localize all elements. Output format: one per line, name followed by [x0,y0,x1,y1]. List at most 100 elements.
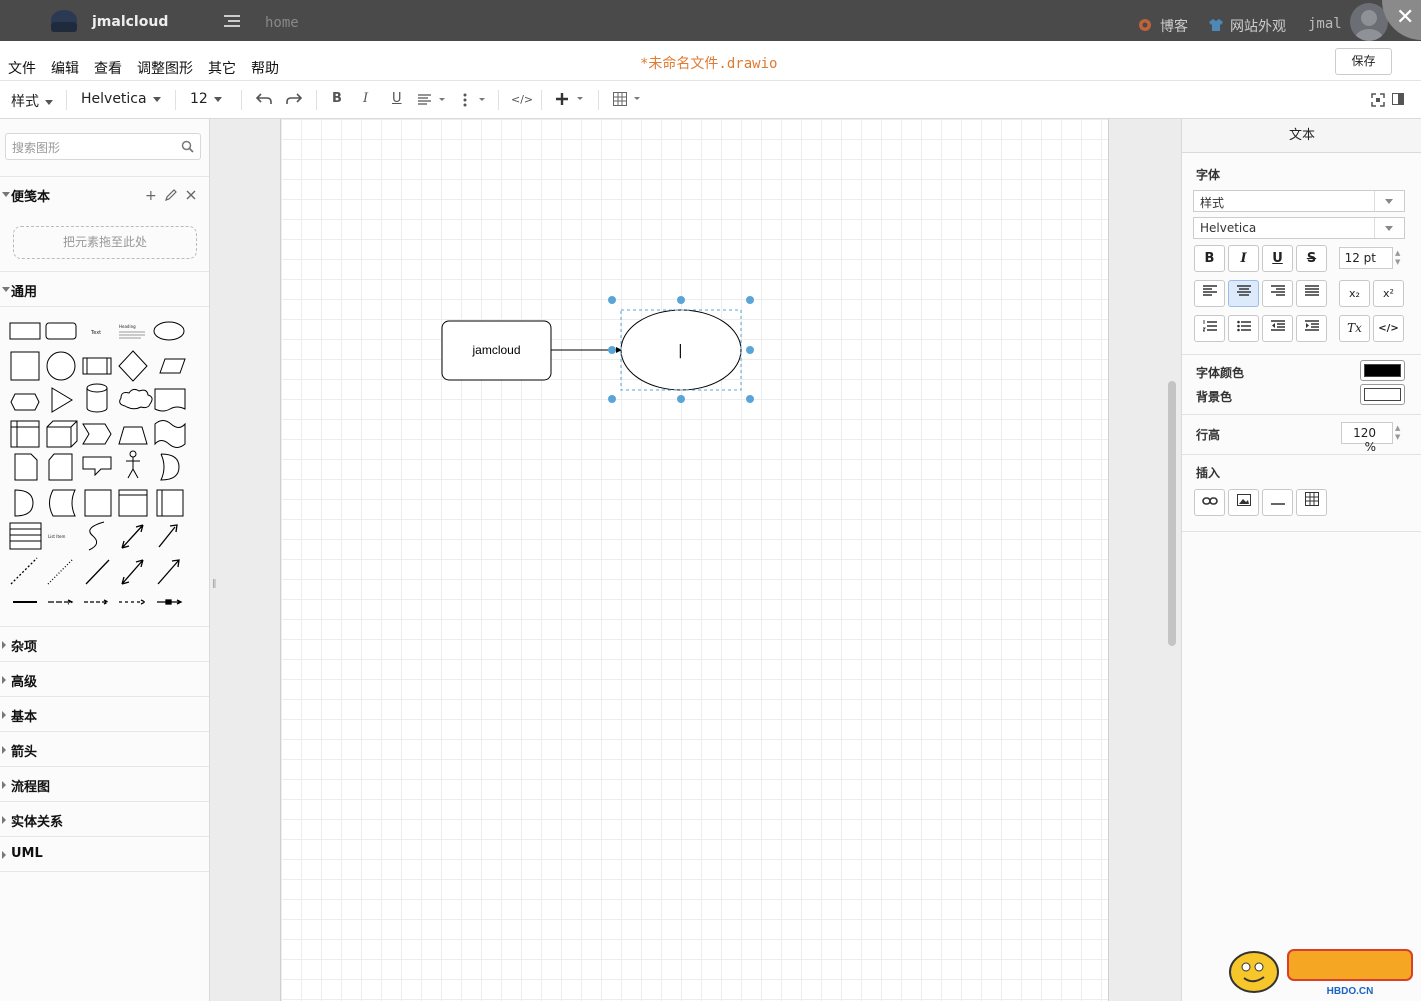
divider [1182,454,1421,455]
clear-format-button[interactable]: Tx [1339,315,1370,342]
blog-link[interactable]: 博客 [1160,16,1188,36]
outdent-button[interactable] [1262,315,1293,342]
section-general[interactable]: 通用 [0,271,209,306]
breadcrumb-home[interactable]: home [265,15,299,31]
edit-icon[interactable] [165,189,177,201]
font-size-label: 12 [190,91,208,107]
line-height-input[interactable]: 120 % [1341,422,1393,454]
section-advanced[interactable]: 高级 [0,661,209,696]
align-center-button[interactable] [1228,280,1259,307]
indent-button[interactable] [1296,315,1327,342]
section-flowchart[interactable]: 流程图 [0,766,209,801]
expand-icon [2,676,6,684]
section-label: UML [11,846,43,861]
strikethrough-button[interactable]: S [1296,245,1327,272]
menu-arrange[interactable]: 调整图形 [137,58,193,78]
menu-edit[interactable]: 编辑 [51,58,79,78]
undo-icon[interactable] [256,93,272,105]
style-dropdown[interactable]: 样式 [11,91,53,111]
align-justify-button[interactable] [1296,280,1327,307]
username[interactable]: jmal [1308,16,1342,32]
sidebar-resize-handle[interactable]: ‖ [212,579,217,589]
fullscreen-icon[interactable] [1371,93,1385,107]
section-basic[interactable]: 基本 [0,696,209,731]
scratchpad-dropzone[interactable]: 把元素拖至此处 [13,226,197,259]
tab-text[interactable]: 文本 [1182,119,1421,153]
brand-name[interactable]: jmalcloud [92,14,168,30]
insert-plus-icon[interactable] [555,92,587,106]
insert-horizontal-rule-button[interactable] [1262,489,1293,516]
style-select[interactable]: 样式 [1193,190,1405,212]
italic-button[interactable]: I [363,91,368,106]
shape-circle [46,351,76,381]
font-size-stepper-icon[interactable]: ▲ ▼ [1395,249,1400,267]
align-right-button[interactable] [1262,280,1293,307]
shape-parallelogram [159,358,186,374]
appearance-link[interactable]: 网站外观 [1230,16,1286,36]
bold-button[interactable]: B [332,91,342,106]
close-icon[interactable]: ✕ [1396,7,1414,29]
diagram-canvas[interactable]: jamcloud | ‖ [210,119,1181,1001]
menu-file[interactable]: 文件 [8,58,36,78]
align-left-button[interactable] [1194,280,1225,307]
underline-button[interactable]: U [392,91,402,106]
vertical-scrollbar[interactable] [1168,381,1176,646]
save-button[interactable]: 保存 [1335,48,1392,75]
italic-button[interactable]: I [1228,245,1259,272]
underline-button[interactable]: U [1262,245,1293,272]
numbered-list-button[interactable] [1194,315,1225,342]
shape-vertical-container [156,489,184,517]
section-label: 实体关系 [11,815,64,830]
insert-table-button[interactable] [1296,489,1327,516]
subscript-button[interactable]: x₂ [1339,280,1370,307]
format-toolbar: 样式 Helvetica 12 B I U </> [0,81,1421,119]
section-label: 杂项 [11,640,38,655]
menu-help[interactable]: 帮助 [251,58,279,78]
insert-image-button[interactable] [1228,489,1259,516]
more-options-icon[interactable] [462,93,488,107]
section-entity-relation[interactable]: 实体关系 [0,801,209,836]
section-arrows[interactable]: 箭头 [0,731,209,766]
resize-handle-e [746,346,754,354]
section-misc[interactable]: 杂项 [0,626,209,661]
html-button[interactable]: </> [511,93,533,106]
font-family-select[interactable]: Helvetica [1193,217,1405,239]
shape-note [14,453,38,481]
general-shapes-palette[interactable]: Text Heading List Item [5,314,205,614]
indent-icon [1304,320,1319,331]
html-toggle-button[interactable]: </> [1373,315,1404,342]
section-scratchpad[interactable]: 便笺本 [0,176,209,211]
shape-bidirectional-arrow [121,524,144,549]
section-label: 便笺本 [11,190,51,205]
redo-icon[interactable] [286,93,302,105]
bullet-list-button[interactable] [1228,315,1259,342]
background-color-swatch[interactable] [1360,384,1405,405]
shape-internal-storage [84,489,112,517]
line-height-value: 120 % [1353,426,1376,454]
diagram-layer[interactable]: jamcloud | [281,119,1110,1001]
diagram-page[interactable]: jamcloud | [280,119,1109,1001]
menu-view[interactable]: 查看 [94,58,122,78]
menu-toggle-icon[interactable] [224,15,240,27]
font-dropdown[interactable]: Helvetica [81,91,161,107]
align-dropdown-icon[interactable] [418,94,446,106]
bold-button[interactable]: B [1194,245,1225,272]
close-icon[interactable] [186,190,196,200]
table-icon[interactable] [613,92,643,106]
search-icon[interactable] [181,140,194,153]
search-placeholder: 搜索图形 [12,141,61,155]
insert-link-button[interactable] [1194,489,1225,516]
section-uml[interactable]: UML [0,836,209,871]
divider [1182,531,1421,532]
file-title[interactable]: *未命名文件.drawio [640,53,777,73]
format-panel-toggle-icon[interactable] [1392,93,1404,105]
font-size-dropdown[interactable]: 12 [190,91,222,107]
superscript-button[interactable]: x² [1373,280,1404,307]
line-height-stepper-icon[interactable]: ▲ ▼ [1395,424,1400,442]
menu-extras[interactable]: 其它 [208,58,236,78]
search-input[interactable]: 搜索图形 [5,133,201,160]
add-icon[interactable]: + [145,188,157,204]
font-color-swatch[interactable] [1360,360,1405,381]
font-size-input[interactable]: 12 pt [1339,247,1393,269]
chevron-down-icon [213,96,222,102]
